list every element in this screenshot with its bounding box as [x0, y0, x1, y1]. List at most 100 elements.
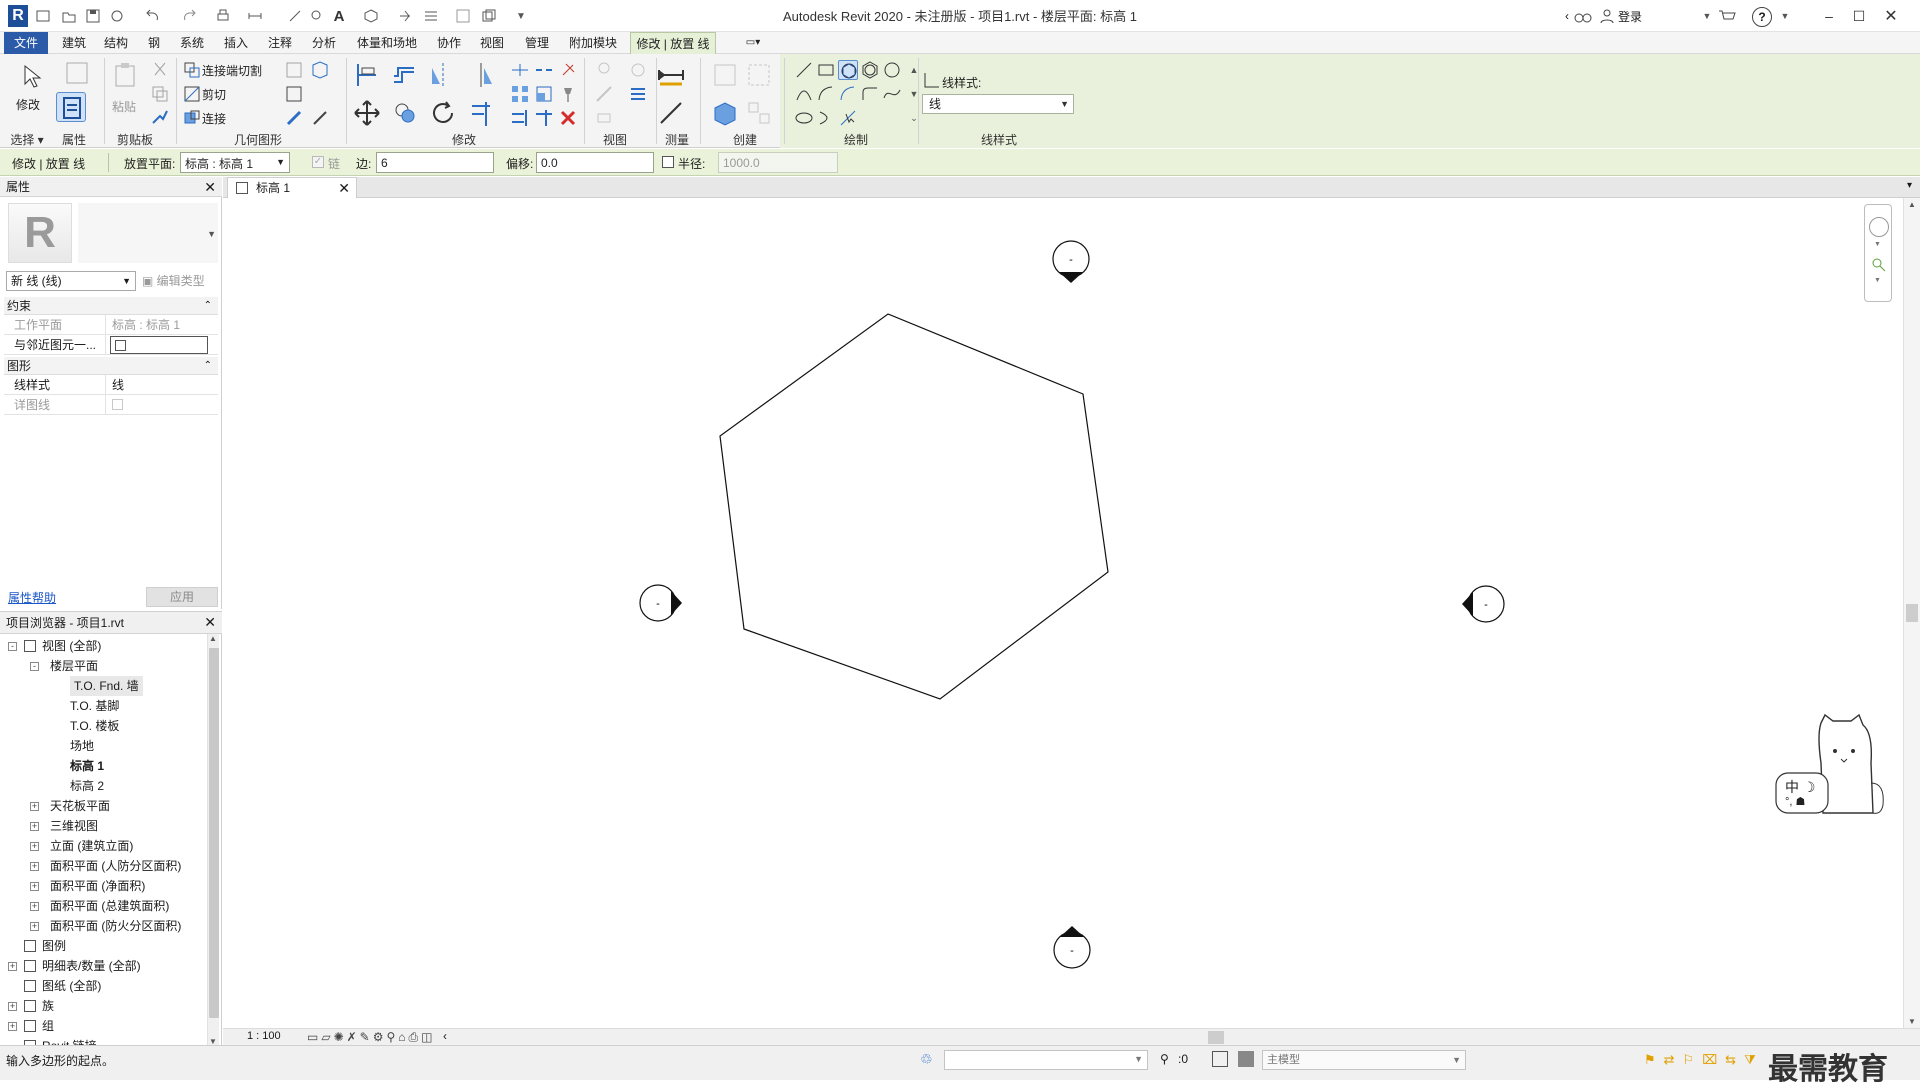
tab-systems[interactable]: 系统 — [174, 32, 210, 54]
expand-icon[interactable]: + — [30, 802, 39, 811]
apply-button[interactable]: 应用 — [146, 587, 218, 607]
tab-structure[interactable]: 结构 — [98, 32, 134, 54]
tab-analyze[interactable]: 分析 — [306, 32, 342, 54]
tab-steel[interactable]: 钢 — [140, 32, 168, 54]
browser-item[interactable]: 场地 — [70, 736, 94, 756]
workset-select[interactable]: ▼ — [944, 1050, 1148, 1070]
customize-qat-icon[interactable]: ▼ — [512, 7, 530, 25]
view-tabs-menu-icon[interactable]: ▾ — [1907, 180, 1912, 191]
array-icon[interactable] — [510, 84, 530, 104]
collapse-icon[interactable]: - — [8, 642, 17, 651]
design-options-icon[interactable] — [1212, 1051, 1228, 1067]
property-row[interactable]: 工作平面 标高 : 标高 1 — [4, 315, 218, 335]
tab-annotate[interactable]: 注释 — [262, 32, 298, 54]
draw-partial-ellipse-icon[interactable] — [816, 108, 836, 128]
measure-icon[interactable] — [246, 7, 264, 25]
tab-architecture[interactable]: 建筑 — [56, 32, 92, 54]
property-row[interactable]: 与邻近图元一... — [4, 335, 218, 355]
browser-item[interactable]: 三维视图 — [50, 816, 98, 836]
expand-icon[interactable]: + — [30, 862, 39, 871]
sign-in-link[interactable]: 登录 — [1618, 8, 1642, 25]
delete-icon[interactable] — [558, 108, 578, 128]
zoom-icon[interactable] — [1871, 257, 1887, 273]
property-checkbox[interactable] — [112, 399, 123, 410]
split-gap-icon[interactable] — [534, 60, 554, 80]
browser-item[interactable]: T.O. Fnd. 墙 — [70, 676, 143, 696]
home-icon[interactable] — [34, 7, 52, 25]
placement-plane-select[interactable]: 标高 : 标高 1 ▼ — [180, 152, 290, 173]
join-geometry-label[interactable]: 连接 — [202, 110, 226, 127]
thin-lines-view-icon[interactable] — [628, 84, 648, 104]
browser-item[interactable]: 面积平面 (防火分区面积) — [50, 916, 181, 936]
trim-multiple-icon[interactable] — [510, 108, 530, 128]
tag-icon[interactable] — [308, 7, 326, 25]
redo-icon[interactable] — [180, 7, 198, 25]
browser-item[interactable]: 明细表/数量 (全部) — [42, 956, 141, 976]
browser-item[interactable]: 立面 (建筑立面) — [50, 836, 133, 856]
design-option-select[interactable]: 主模型 ▼ — [1262, 1050, 1466, 1070]
cart-icon[interactable] — [1718, 7, 1736, 25]
draw-circle-icon[interactable] — [882, 60, 902, 80]
close-icon[interactable]: ✕ — [204, 179, 216, 195]
rotate-icon[interactable] — [428, 98, 458, 128]
tab-manage[interactable]: 管理 — [516, 32, 558, 54]
type-selector[interactable]: 新 线 (线) ▼ — [6, 271, 136, 291]
user-icon[interactable] — [1598, 7, 1616, 25]
drawing-canvas[interactable]: - - - - ▼ ▼ ▲ ▼ 中 ☽ °, ☗ — [223, 198, 1920, 1028]
close-icon[interactable]: ✕ — [204, 614, 216, 630]
mirror-pick-axis-icon[interactable] — [428, 60, 458, 90]
view-tab-level-1[interactable]: 标高 1 ✕ — [227, 177, 357, 198]
eraser-icon[interactable] — [594, 108, 614, 128]
draw-line-icon[interactable] — [794, 60, 814, 80]
scroll-up-icon[interactable]: ▲ — [209, 634, 217, 643]
type-preview-area[interactable]: ▼ — [78, 203, 218, 263]
draw-rectangle-icon[interactable] — [816, 60, 836, 80]
tab-modify-place-lines[interactable]: 修改 | 放置 线 — [630, 32, 716, 55]
create-similar-icon[interactable] — [710, 60, 740, 90]
pin-icon[interactable] — [558, 84, 578, 104]
align-icon[interactable] — [352, 60, 382, 90]
expand-icon[interactable]: + — [30, 922, 39, 931]
minimize-icon[interactable]: – — [1816, 4, 1842, 28]
collapse-icon[interactable]: - — [30, 662, 39, 671]
wall-joins-icon[interactable] — [284, 60, 304, 80]
draw-spline-icon[interactable] — [882, 84, 902, 104]
tab-collaborate[interactable]: 协作 — [428, 32, 470, 54]
binoculars-icon[interactable] — [1574, 7, 1592, 25]
pick-lines-icon[interactable] — [838, 108, 858, 128]
chevron-down-icon[interactable]: ▼ — [1874, 241, 1881, 248]
property-row[interactable]: 线样式线 — [4, 375, 218, 395]
print-icon[interactable] — [214, 7, 232, 25]
help-button[interactable]: ? — [1752, 7, 1772, 27]
tab-insert[interactable]: 插入 — [218, 32, 254, 54]
panel-select[interactable]: 选择 ▾ — [4, 132, 50, 148]
close-window-icon[interactable]: ✕ — [1878, 4, 1904, 28]
demolish-icon[interactable] — [284, 84, 304, 104]
scroll-thumb[interactable] — [209, 648, 219, 1018]
copy-icon[interactable] — [150, 84, 170, 104]
open-icon[interactable] — [60, 7, 78, 25]
join-cut-label[interactable]: 连接端切割 — [202, 62, 262, 79]
switch-windows-icon[interactable] — [480, 7, 498, 25]
move-icon[interactable] — [352, 98, 382, 128]
selection-filter-icons[interactable]: ⚑⇄⚐⌧⇆⧩ — [1644, 1052, 1764, 1068]
save-icon[interactable] — [84, 7, 102, 25]
join-geometry-icon[interactable] — [182, 108, 202, 128]
browser-item[interactable]: 楼层平面 — [50, 656, 98, 676]
offset-icon[interactable] — [390, 60, 420, 90]
sides-input[interactable] — [376, 152, 494, 173]
undo-icon[interactable] — [144, 7, 162, 25]
cut-icon[interactable] — [150, 60, 170, 80]
expand-icon[interactable]: + — [30, 822, 39, 831]
cut-geometry-icon[interactable] — [182, 84, 202, 104]
property-value-box[interactable] — [110, 336, 208, 354]
browser-item[interactable]: T.O. 楼板 — [70, 716, 119, 736]
view-scale[interactable]: 1 : 100 — [247, 1030, 281, 1042]
property-checkbox[interactable] — [115, 340, 126, 351]
properties-icon[interactable] — [56, 92, 86, 122]
chain-checkbox[interactable]: ✓ — [312, 156, 324, 168]
copy-element-icon[interactable] — [390, 98, 420, 128]
draw-tangent-arc-icon[interactable] — [838, 84, 858, 104]
maximize-icon[interactable]: ☐ — [1846, 4, 1872, 28]
trim-single-icon[interactable] — [534, 108, 554, 128]
